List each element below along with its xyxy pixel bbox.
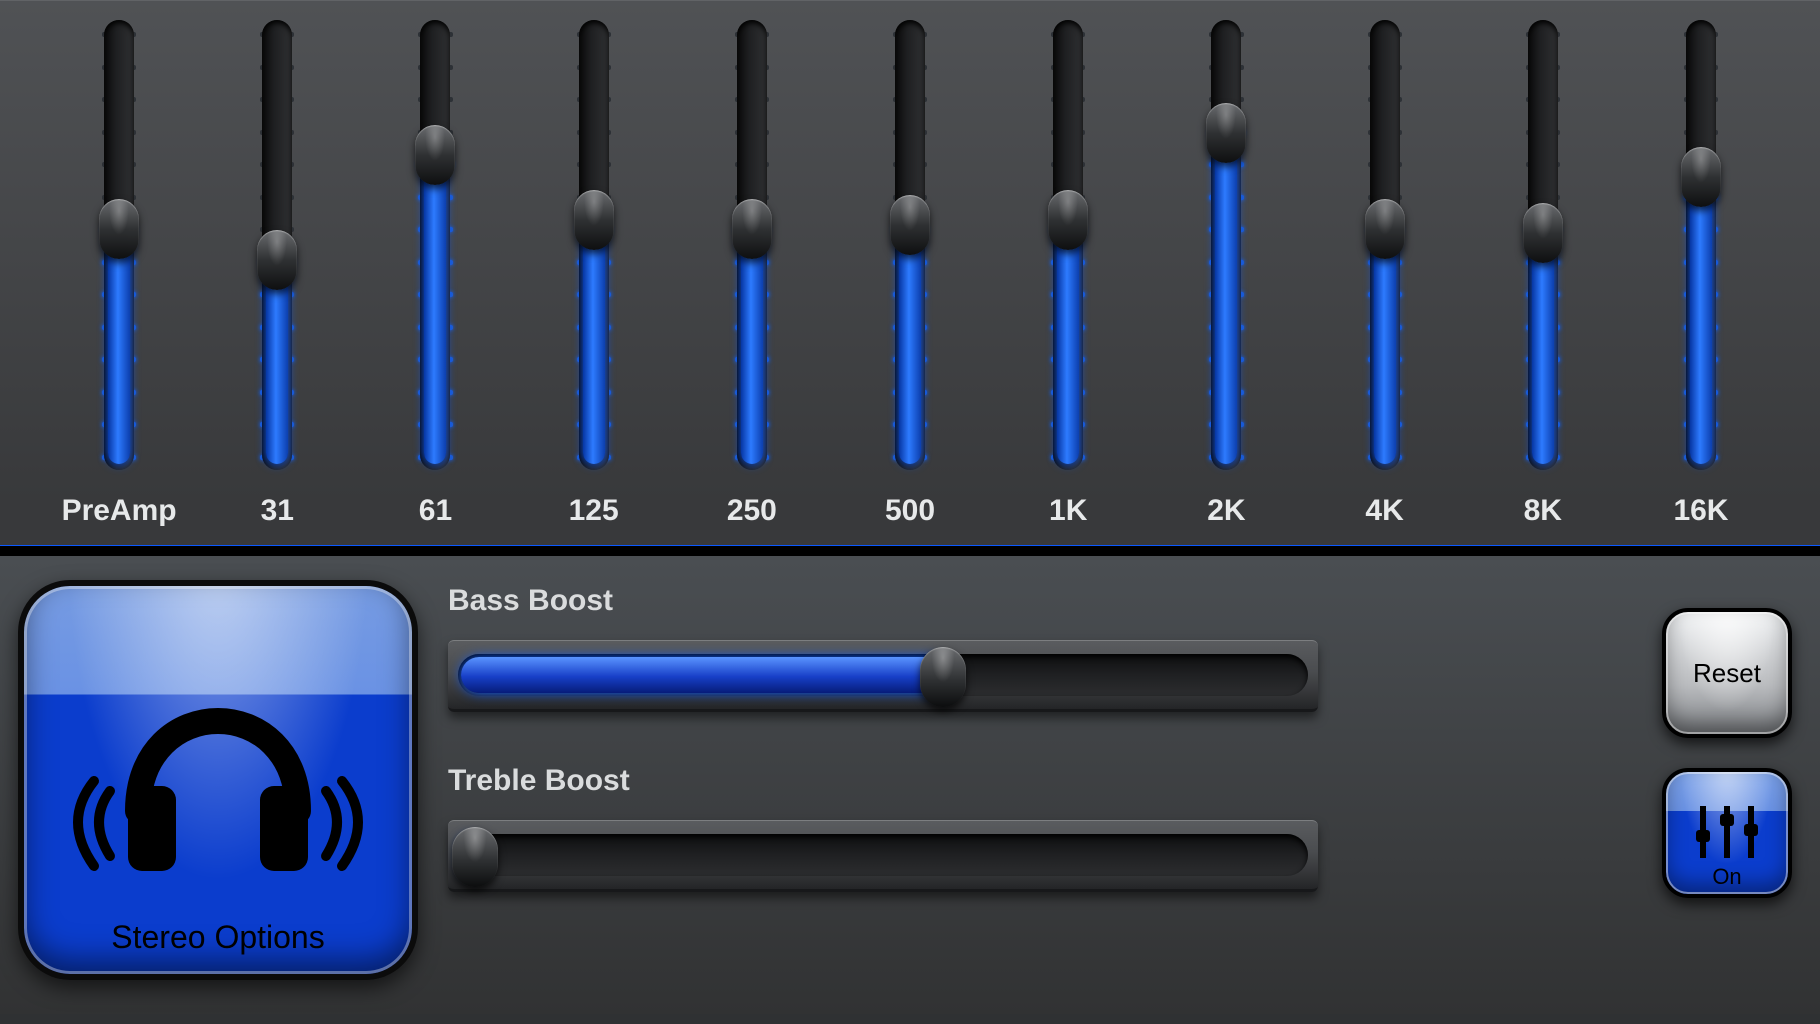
eq-band-2k: 2K: [1147, 20, 1305, 546]
eq-slider[interactable]: [1211, 20, 1241, 470]
eq-band-125: 125: [515, 20, 673, 546]
treble-boost-label: Treble Boost: [448, 764, 1632, 798]
eq-slider[interactable]: [737, 20, 767, 470]
on-label: On: [1712, 864, 1741, 890]
eq-band-label: 8K: [1524, 480, 1562, 538]
treble-boost-slider[interactable]: [448, 820, 1318, 892]
eq-slider[interactable]: [1053, 20, 1083, 470]
eq-band-8k: 8K: [1464, 20, 1622, 546]
eq-band-label: 500: [885, 480, 935, 538]
eq-band-16k: 16K: [1622, 20, 1780, 546]
eq-band-500: 500: [831, 20, 989, 546]
eq-band-61: 61: [356, 20, 514, 546]
stereo-options-button[interactable]: Stereo Options: [18, 580, 418, 980]
reset-label: Reset: [1693, 658, 1761, 689]
bass-boost-slider[interactable]: [448, 640, 1318, 712]
boost-column: Bass Boost Treble Boost: [448, 580, 1632, 1014]
reset-button[interactable]: Reset: [1662, 608, 1792, 738]
eq-band-label: 61: [419, 480, 452, 538]
eq-on-button[interactable]: On: [1662, 768, 1792, 898]
eq-band-250: 250: [673, 20, 831, 546]
bass-boost-label: Bass Boost: [448, 584, 1632, 618]
right-button-column: Reset On: [1662, 580, 1802, 1014]
eq-band-label: 16K: [1673, 480, 1728, 538]
equalizer-panel: PreAmp 31 61 125 250 500 1K 2K 4K 8K 16K: [0, 0, 1820, 556]
eq-slider[interactable]: [104, 20, 134, 470]
eq-band-label: 4K: [1365, 480, 1403, 538]
eq-band-4k: 4K: [1306, 20, 1464, 546]
eq-slider[interactable]: [1370, 20, 1400, 470]
eq-band-1k: 1K: [989, 20, 1147, 546]
eq-band-label: 31: [261, 480, 294, 538]
eq-band-31: 31: [198, 20, 356, 546]
eq-slider[interactable]: [262, 20, 292, 470]
eq-band-preamp: PreAmp: [40, 20, 198, 546]
eq-band-label: 1K: [1049, 480, 1087, 538]
headphones-icon: [68, 641, 368, 891]
eq-slider[interactable]: [420, 20, 450, 470]
eq-slider[interactable]: [579, 20, 609, 470]
stereo-options-label: Stereo Options: [111, 919, 324, 956]
eq-slider[interactable]: [1686, 20, 1716, 470]
eq-slider[interactable]: [895, 20, 925, 470]
eq-band-label: 250: [727, 480, 777, 538]
eq-band-label: 125: [569, 480, 619, 538]
eq-band-label: PreAmp: [62, 480, 177, 538]
eq-band-label: 2K: [1207, 480, 1245, 538]
bottom-panel: Stereo Options Bass Boost Treble Boost R…: [0, 556, 1820, 1014]
eq-slider[interactable]: [1528, 20, 1558, 470]
sliders-icon: [1687, 796, 1767, 868]
